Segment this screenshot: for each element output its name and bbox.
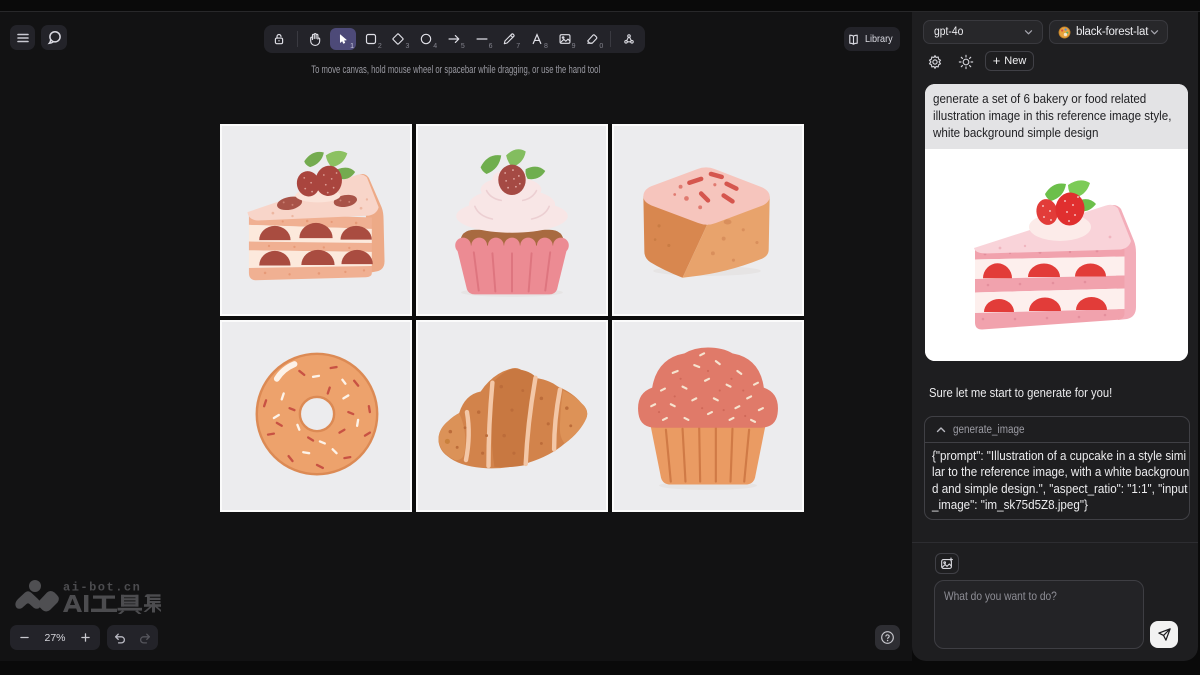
svg-text:ai-bot.cn: ai-bot.cn (63, 581, 141, 595)
